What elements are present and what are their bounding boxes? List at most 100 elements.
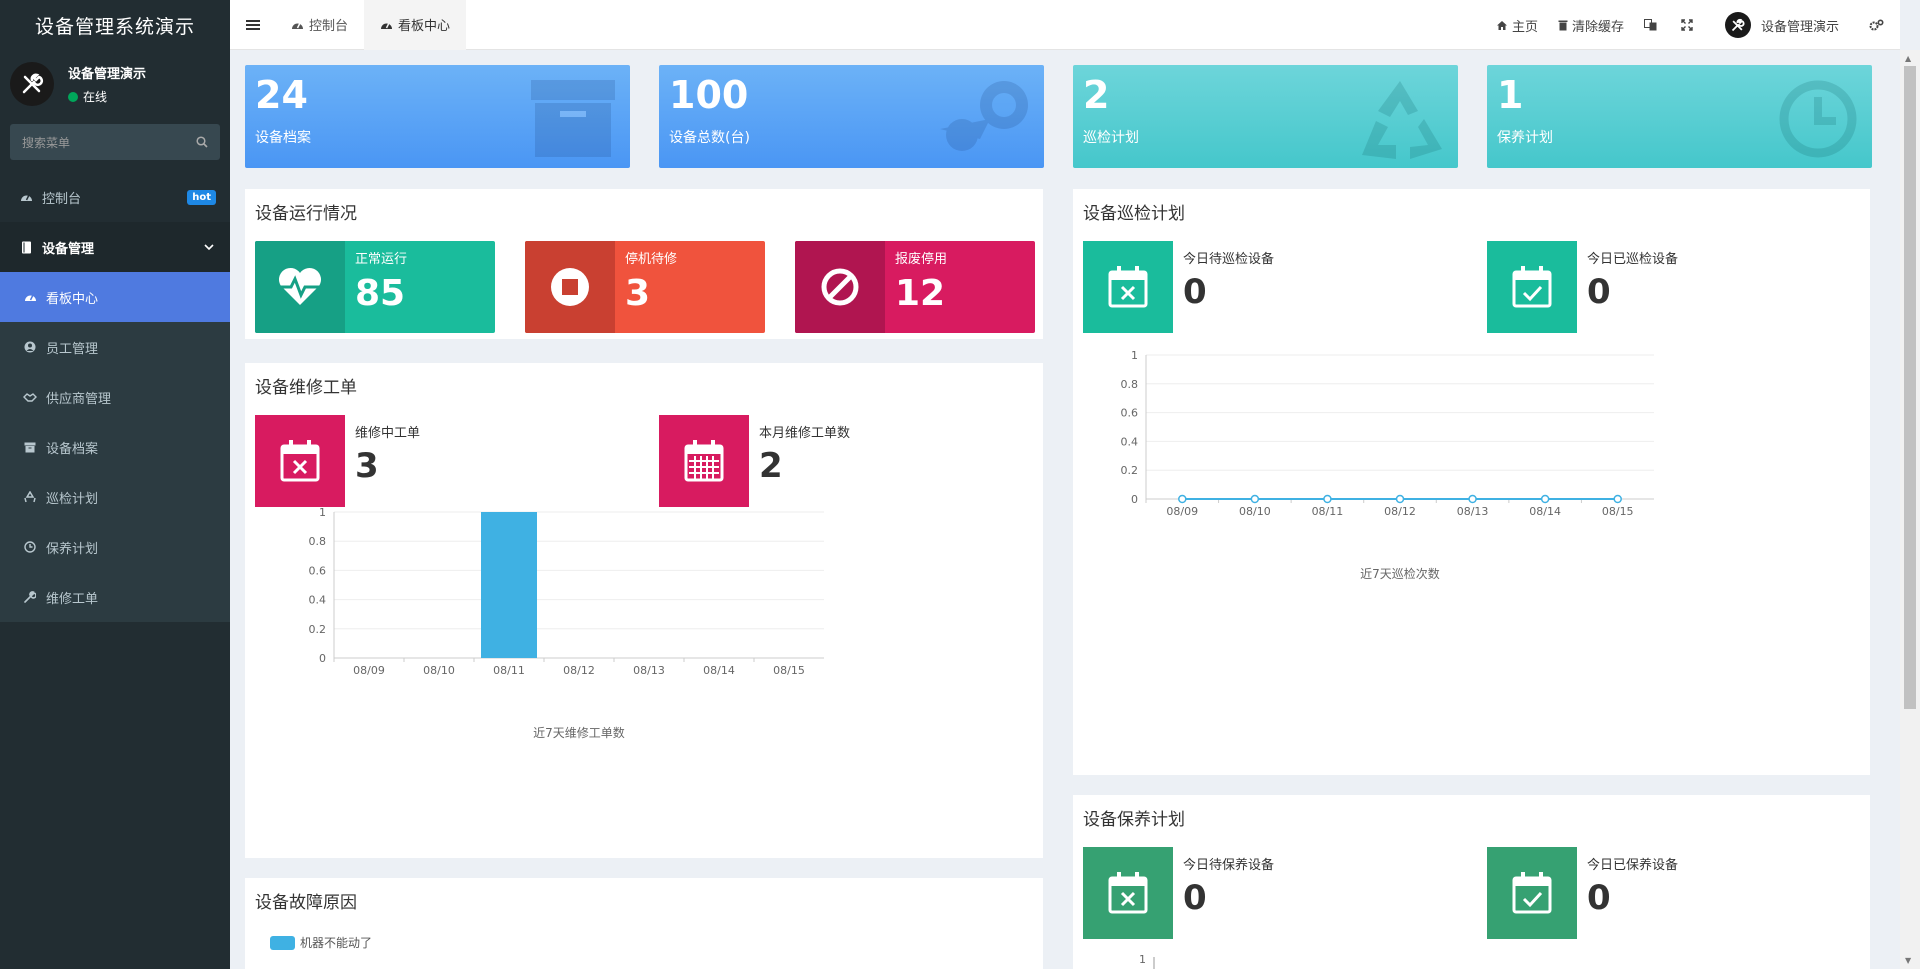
bar (481, 512, 537, 658)
sidebar-item-inspection-plan[interactable]: 巡检计划 (0, 472, 230, 522)
menu-toggle-button[interactable] (230, 0, 275, 50)
tab-dashboard-center[interactable]: 看板中心 (364, 0, 467, 50)
running-stopped-box[interactable]: 停机待修 3 (525, 241, 765, 333)
clear-cache-button[interactable]: 清除缓存 (1548, 0, 1634, 50)
stat-maintenance-plan[interactable]: 1 保养计划 (1487, 65, 1872, 168)
online-dot-icon (68, 91, 78, 102)
sidebar-item-dashboard[interactable]: 控制台 hot (0, 172, 230, 222)
sidebar: 设备管理系统演示 设备管理演示 在线 搜索菜单 控制台 hot 设备管理 看板中… (0, 0, 230, 969)
stat-device-archive[interactable]: 24 设备档案 (245, 65, 630, 168)
y-tick-label: 0.8 (1121, 378, 1139, 391)
tools-icon (1732, 18, 1745, 31)
running-scrapped-box[interactable]: 报废停用 12 (795, 241, 1035, 333)
sidebar-item-device-archive[interactable]: 设备档案 (0, 422, 230, 472)
search-menu-input[interactable]: 搜索菜单 (10, 124, 220, 160)
y-tick-label: 0.4 (309, 594, 327, 607)
recycle-icon (22, 491, 38, 503)
x-tick-label: 08/13 (633, 664, 665, 677)
maintenance-done-box[interactable]: 今日已保养设备 0 (1487, 847, 1688, 939)
scroll-up-arrow-icon[interactable]: ▲ (1905, 54, 1911, 63)
heartbeat-icon (255, 241, 345, 333)
trash-icon (1558, 19, 1568, 31)
sidebar-item-employees[interactable]: 员工管理 (0, 322, 230, 372)
user-menu[interactable]: 设备管理演示 (1707, 0, 1849, 50)
x-tick-label: 08/09 (353, 664, 385, 677)
data-point (1323, 494, 1332, 504)
translate-icon (1643, 19, 1657, 31)
archive-icon (531, 80, 615, 157)
data-point (1395, 494, 1405, 504)
running-normal-box[interactable]: 正常运行 85 (255, 241, 495, 333)
box-value: 85 (355, 273, 406, 314)
x-tick-label: 08/09 (1166, 505, 1198, 518)
legend-label: 机器不能动了 (300, 936, 373, 950)
box-label: 正常运行 (355, 252, 408, 267)
device-maintenance-panel: 设备保养计划 今日待保养设备 0 今日已保养设备 0 1 (1073, 795, 1870, 969)
data-point (1468, 494, 1477, 504)
steam-icon (940, 81, 1028, 151)
sidebar-item-dashboard-center[interactable]: 看板中心 (0, 272, 230, 322)
avatar (1724, 12, 1751, 38)
box-value: 3 (625, 273, 651, 314)
stat-device-total[interactable]: 100 设备总数(台) (659, 65, 1044, 168)
panel-title: 设备故障原因 (255, 893, 357, 913)
home-link[interactable]: 主页 (1486, 0, 1548, 50)
app-logo[interactable]: 设备管理系统演示 (0, 0, 230, 50)
sidebar-item-device-management[interactable]: 设备管理 (0, 222, 230, 272)
y-tick-label: 1 (319, 506, 326, 519)
box-label: 报废停用 (895, 252, 948, 267)
translate-button[interactable] (1634, 0, 1671, 50)
user-circle-icon (22, 341, 38, 353)
handshake-icon (22, 392, 38, 402)
y-tick-label: 0.2 (309, 623, 327, 636)
sidebar-item-suppliers[interactable]: 供应商管理 (0, 372, 230, 422)
panel-title: 设备保养计划 (1083, 810, 1185, 830)
x-tick-label: 08/10 (1239, 505, 1271, 518)
box-label: 今日待保养设备 (1183, 858, 1275, 873)
x-tick-label: 08/12 (563, 664, 595, 677)
box-value: 0 (1183, 878, 1207, 918)
main-content: 24 设备档案 100 设备总数(台) 2 巡检计划 1 保养计划 设备运行情况… (230, 50, 1900, 969)
maintenance-chart-ytick: 1 (1139, 953, 1146, 966)
calendar-times-icon (1083, 847, 1173, 939)
x-tick-label: 08/10 (423, 664, 455, 677)
page-scrollbar[interactable]: ▲ ▼ (1900, 50, 1920, 969)
inspection-line-chart: 0 0.2 0.4 0.6 0.8 1 08/09 08/10 08/11 08/12 08/13 0… (1121, 349, 1654, 581)
tab-dashboard[interactable]: 控制台 (275, 0, 364, 50)
chevron-down-icon (204, 240, 214, 255)
avatar (10, 62, 54, 106)
x-tick-label: 08/11 (1312, 505, 1344, 518)
stat-inspection-plan[interactable]: 2 巡检计划 (1073, 65, 1458, 168)
stat-label: 设备总数(台) (669, 130, 750, 146)
ban-icon (795, 241, 885, 333)
dashboard-icon (18, 191, 34, 203)
stat-value: 24 (255, 73, 308, 117)
x-tick-label: 08/12 (1384, 505, 1416, 518)
x-tick-label: 08/14 (1529, 505, 1561, 518)
search-icon[interactable] (196, 136, 208, 148)
user-name: 设备管理演示 (68, 67, 147, 82)
fullscreen-button[interactable] (1671, 0, 1707, 50)
y-tick-label: 0.8 (309, 535, 327, 548)
sidebar-item-maintenance-plan[interactable]: 保养计划 (0, 522, 230, 572)
data-point (1613, 494, 1622, 504)
box-value: 0 (1587, 878, 1611, 918)
x-tick-label: 08/15 (1602, 505, 1634, 518)
scroll-down-arrow-icon[interactable]: ▼ (1905, 956, 1911, 965)
y-tick-label: 0.4 (1121, 435, 1139, 448)
stat-label: 保养计划 (1497, 130, 1553, 146)
book-icon (18, 241, 34, 254)
fault-legend[interactable]: 机器不能动了 (270, 934, 372, 951)
box-label: 停机待修 (625, 252, 678, 267)
gears-icon (1869, 18, 1884, 32)
sidebar-item-repair-orders[interactable]: 维修工单 (0, 572, 230, 622)
device-fault-panel: 设备故障原因 机器不能动了 (245, 878, 1043, 969)
settings-button[interactable] (1849, 0, 1900, 50)
box-value: 12 (895, 273, 946, 314)
dashboard-icon (291, 19, 304, 31)
maintenance-pending-box[interactable]: 今日待保养设备 0 (1083, 847, 1284, 939)
scrollbar-thumb[interactable] (1904, 66, 1916, 709)
y-tick-label: 1 (1131, 349, 1138, 362)
clock-icon (22, 541, 38, 553)
user-panel: 设备管理演示 在线 (0, 50, 230, 118)
